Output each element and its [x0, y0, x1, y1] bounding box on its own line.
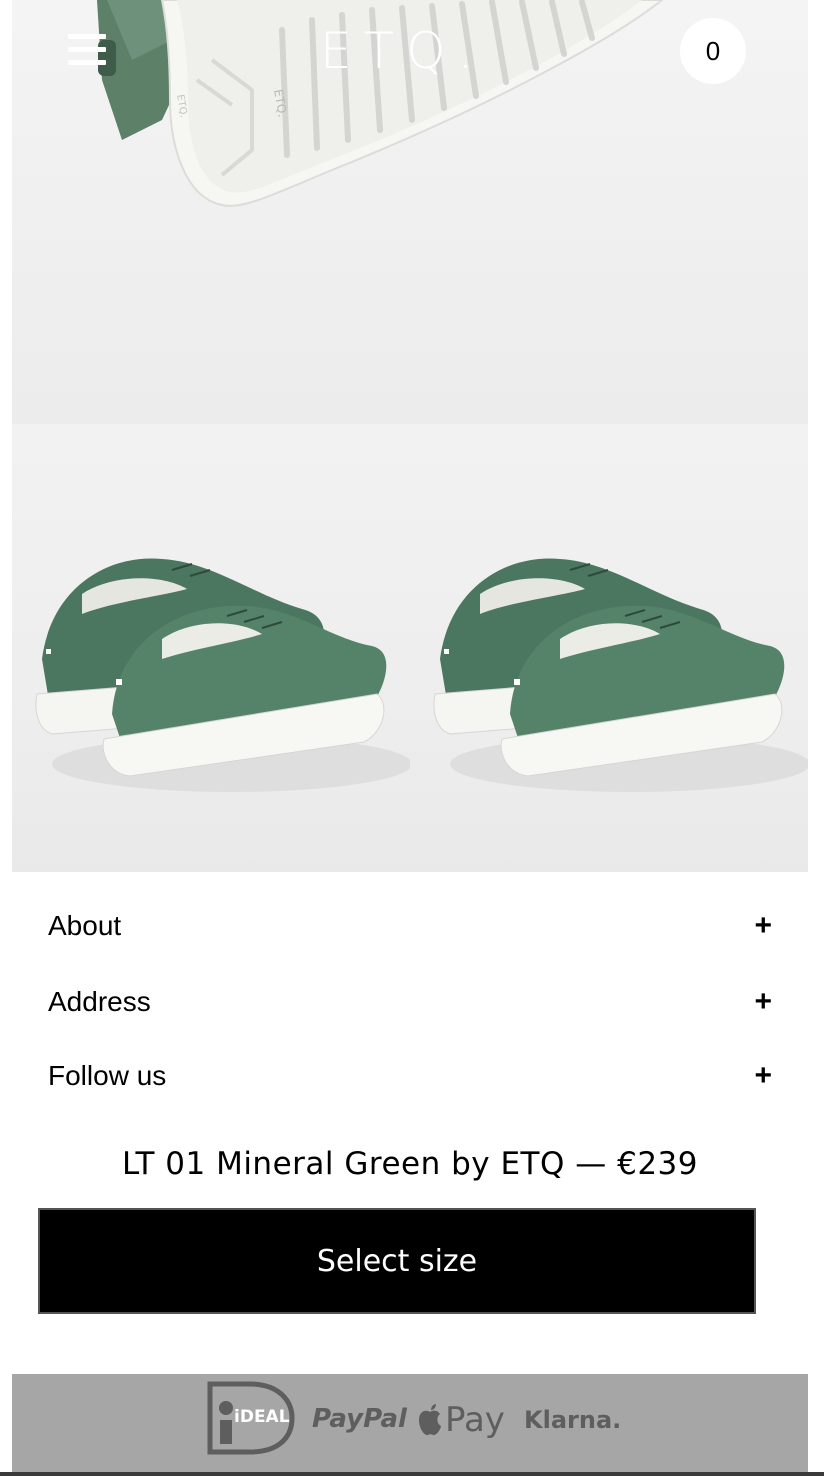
accordion-about[interactable]: About +: [48, 906, 774, 946]
select-size-label: Select size: [316, 1243, 478, 1279]
product-title-price: LT 01 Mineral Green by ETQ — €239: [121, 1146, 698, 1182]
accordion-label: Address: [48, 986, 151, 1017]
gallery-thumbnail[interactable]: [410, 424, 808, 872]
sneakers-image: [433, 558, 808, 792]
paypal-logo: PayPal: [312, 1404, 407, 1434]
accordion-follow-us[interactable]: Follow us +: [48, 1056, 774, 1096]
plus-icon[interactable]: +: [754, 985, 772, 1019]
plus-icon[interactable]: +: [754, 1059, 772, 1093]
accordion-label: About: [48, 910, 122, 941]
bottom-edge: [0, 1472, 824, 1476]
hamburger-icon[interactable]: [68, 32, 108, 68]
accordion-address[interactable]: Address +: [48, 982, 774, 1022]
select-size-button[interactable]: Select size: [38, 1208, 756, 1314]
ideal-icon: iDEAL: [207, 1381, 295, 1455]
ideal-text: iDEAL: [234, 1407, 290, 1427]
apple-icon: [419, 1404, 441, 1436]
accordion-label: Follow us: [48, 1060, 167, 1091]
klarna-logo: Klarna.: [524, 1406, 622, 1434]
product-gallery: [12, 424, 808, 872]
apple-pay-text: Pay: [445, 1400, 505, 1440]
cart-button[interactable]: 0: [680, 18, 746, 84]
cart-count: 0: [705, 35, 721, 66]
apple-pay-logo: Pay: [417, 1396, 505, 1444]
gallery-thumbnail[interactable]: [12, 424, 410, 872]
sneakers-image: [35, 558, 410, 792]
plus-icon[interactable]: +: [754, 909, 772, 943]
brand-logo[interactable]: ETQ.: [320, 22, 480, 80]
payment-methods-bar: iDEAL PayPal Pay Klarna.: [12, 1374, 808, 1476]
